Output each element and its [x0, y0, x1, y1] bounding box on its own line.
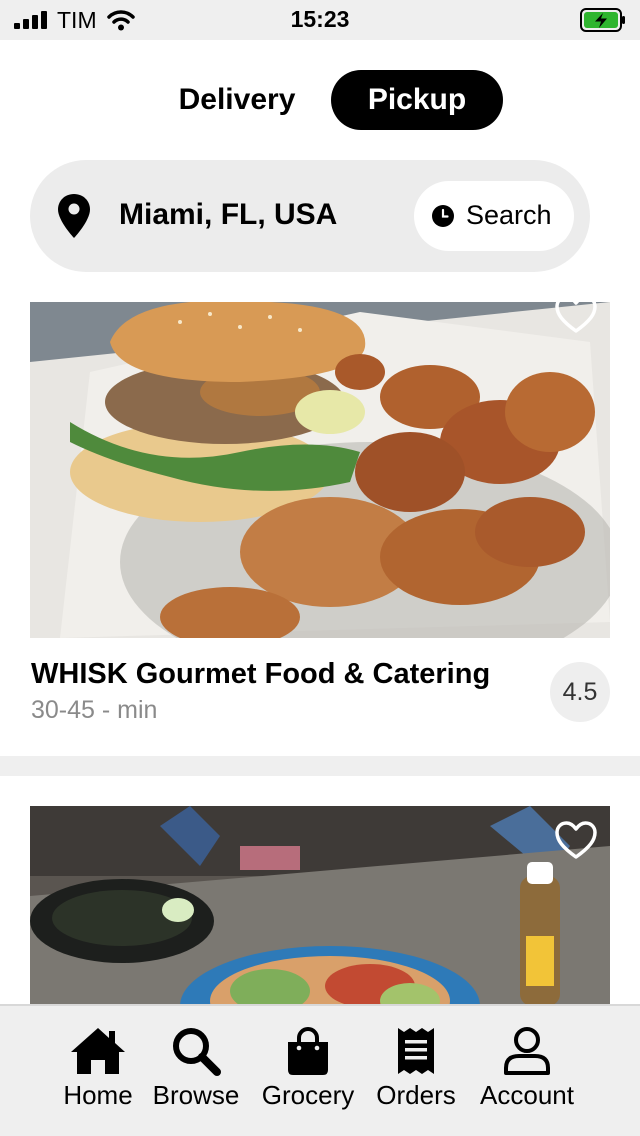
location-bar[interactable]: Miami, FL, USA Search	[30, 160, 590, 272]
bottom-tab-bar: Home Browse Grocery Orders Account	[0, 1004, 640, 1136]
tab-browse-label: Browse	[152, 1080, 240, 1110]
status-time: 15:23	[290, 6, 350, 32]
heart-outline-icon[interactable]	[554, 820, 598, 860]
delivery-mode-switch: Delivery Pickup	[150, 70, 510, 130]
rating-badge: 4.5	[550, 662, 610, 722]
clock-icon	[432, 205, 454, 227]
section-divider	[0, 756, 640, 776]
tab-browse[interactable]: Browse	[146, 1026, 246, 1126]
search-button[interactable]: Search	[414, 181, 574, 251]
tab-orders[interactable]: Orders	[370, 1026, 462, 1126]
tab-grocery[interactable]: Grocery	[254, 1026, 362, 1126]
pickup-tab[interactable]: Pickup	[331, 70, 503, 130]
location-value: Miami, FL, USA	[119, 198, 338, 231]
shopping-bag-icon	[288, 1027, 328, 1075]
restaurant-photo[interactable]	[30, 806, 610, 1006]
location-pin-icon	[58, 194, 90, 238]
status-bar: TIM 15:23	[0, 0, 640, 40]
tacos-on-table-photo	[30, 806, 610, 1006]
tab-account-label: Account	[480, 1080, 574, 1110]
search-label: Search	[466, 200, 552, 230]
home-icon	[71, 1028, 125, 1074]
tab-home-label: Home	[63, 1080, 133, 1110]
tab-orders-label: Orders	[376, 1080, 456, 1110]
tab-account[interactable]: Account	[470, 1026, 584, 1126]
burger-with-chips-photo	[30, 302, 610, 638]
receipt-icon	[398, 1028, 434, 1074]
tab-grocery-label: Grocery	[261, 1080, 355, 1110]
restaurant-card[interactable]: WHISK Gourmet Food & Catering 30-45 - mi…	[0, 295, 640, 756]
person-icon	[504, 1027, 550, 1075]
battery-charging-icon	[580, 8, 625, 32]
delivery-eta: 30-45 - min	[31, 696, 158, 724]
restaurant-photo[interactable]	[30, 302, 610, 638]
restaurant-card[interactable]	[0, 776, 640, 1006]
restaurant-name: WHISK Gourmet Food & Catering	[31, 658, 491, 690]
search-icon	[173, 1028, 221, 1076]
heart-outline-icon[interactable]	[554, 294, 598, 334]
tab-home[interactable]: Home	[58, 1026, 138, 1126]
delivery-tab[interactable]: Delivery	[162, 70, 312, 130]
